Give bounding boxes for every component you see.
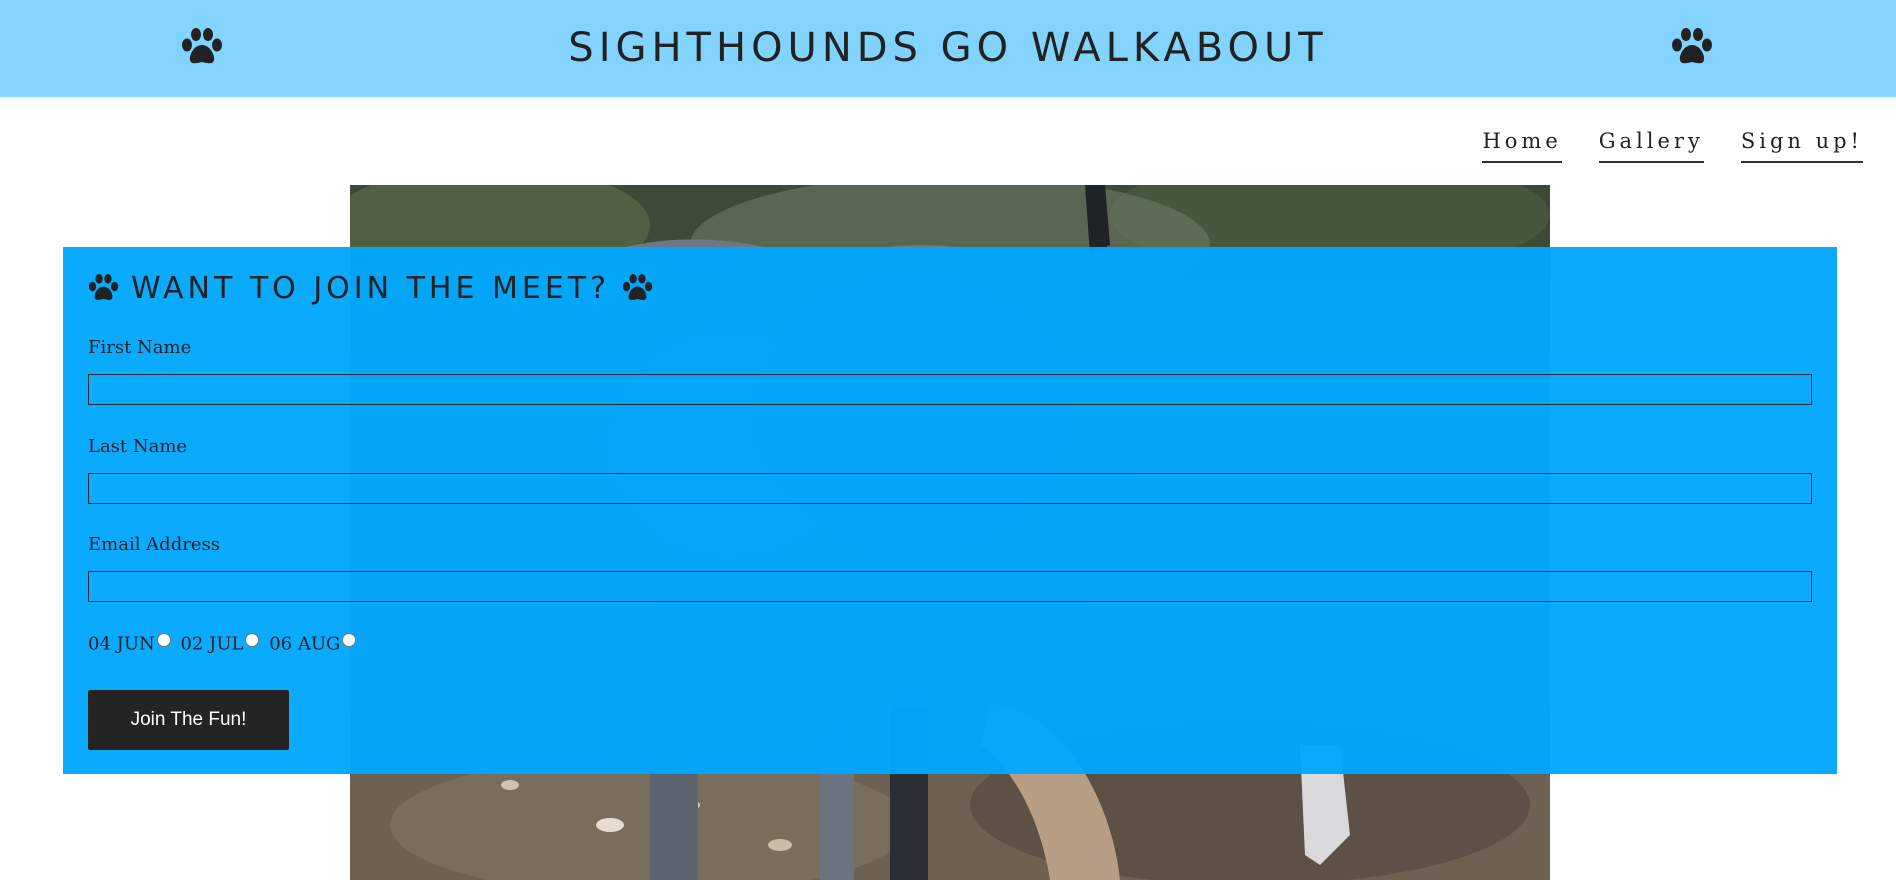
first-name-label: First Name [88,337,192,358]
last-name-label: Last Name [88,436,188,457]
email-label: Email Address [88,534,220,555]
site-header: SIGHTHOUNDS GO WALKABOUT [0,0,1896,97]
signup-form-panel: WANT TO JOIN THE MEET? First Name Last N… [63,247,1837,774]
form-heading-text: WANT TO JOIN THE MEET? [131,271,611,306]
paw-icon [1671,28,1713,66]
main-nav: Home Gallery Sign up! [1445,128,1863,170]
date-radio-06-aug[interactable] [342,633,357,647]
date-radio-04-jun[interactable] [156,633,171,647]
nav-link-gallery[interactable]: Gallery [1598,128,1704,163]
form-heading: WANT TO JOIN THE MEET? [88,269,653,309]
join-submit-button[interactable]: Join The Fun! [88,690,289,750]
paw-icon [88,273,119,313]
site-title: SIGHTHOUNDS GO WALKABOUT [568,25,1328,71]
nav-link-home[interactable]: Home [1482,128,1562,163]
first-name-input[interactable] [88,374,1812,405]
paw-icon [622,273,653,313]
email-input[interactable] [88,571,1812,602]
last-name-input[interactable] [88,473,1812,504]
nav-link-sign-up[interactable]: Sign up! [1740,128,1863,163]
date-radio-02-jul[interactable] [245,633,260,647]
date-option-label: 04 JUN [88,633,155,655]
date-option-label: 06 AUG [269,633,341,655]
meet-date-options: 04 JUN 02 JUL 06 AUG [88,633,360,655]
date-option-label: 02 JUL [180,633,244,655]
